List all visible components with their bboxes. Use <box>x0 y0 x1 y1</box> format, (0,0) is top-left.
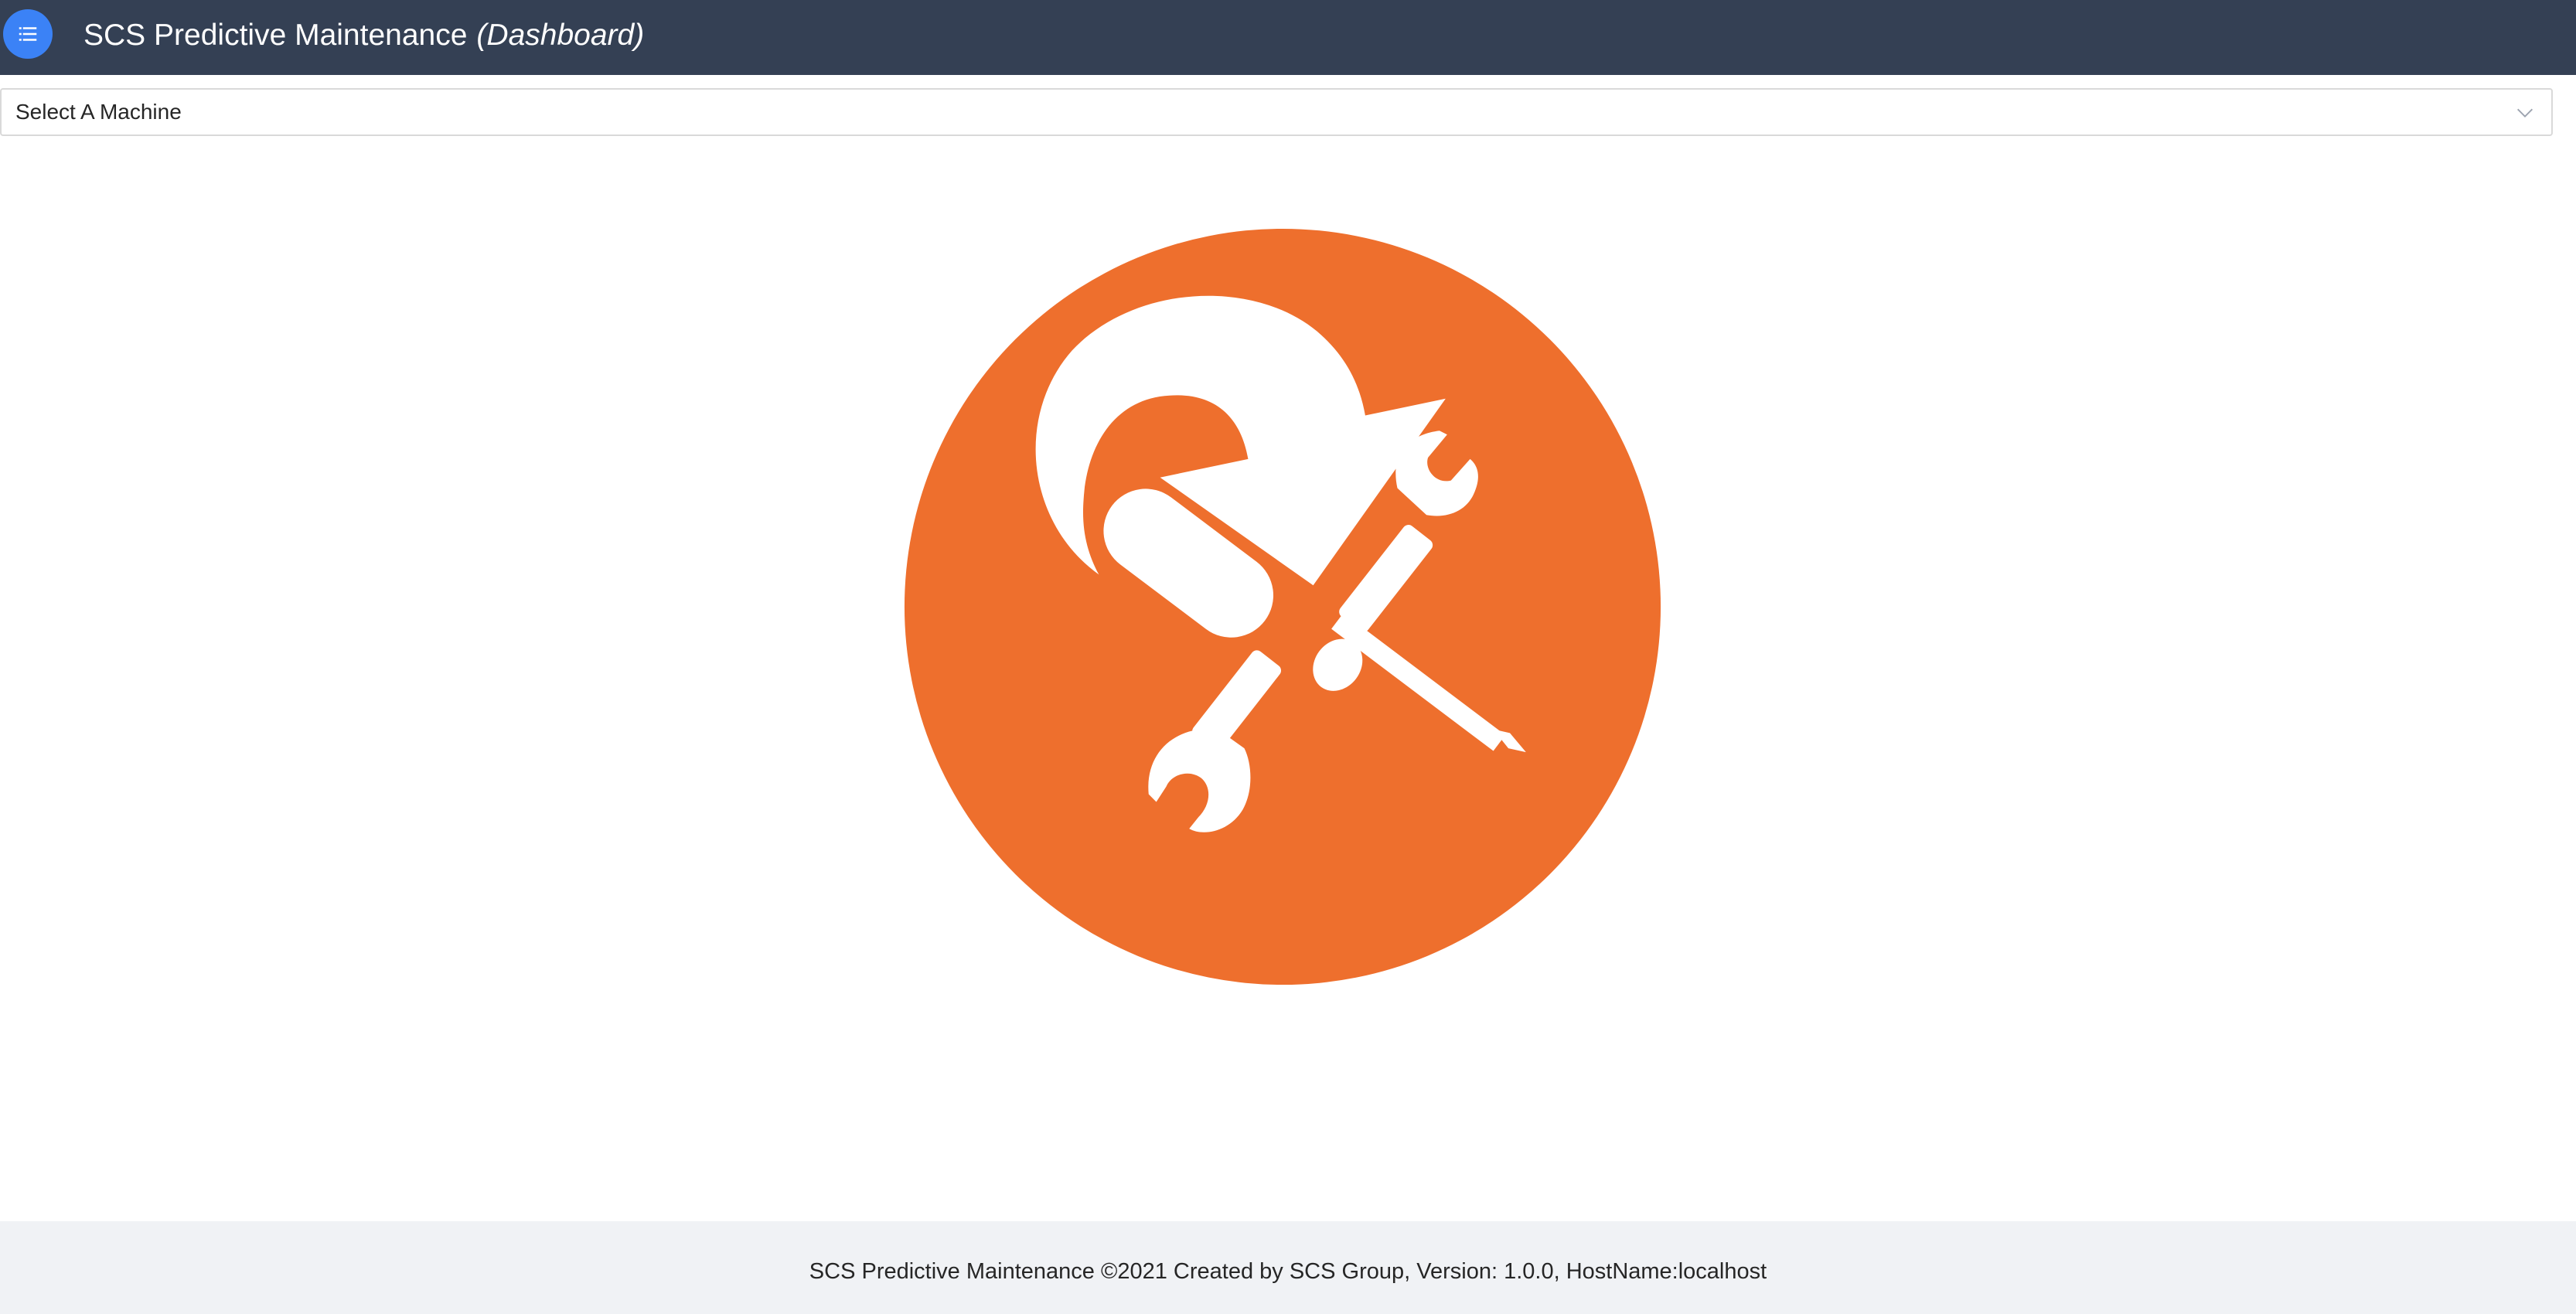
top-header: SCS Predictive Maintenance (Dashboard) <box>0 0 2576 75</box>
footer: SCS Predictive Maintenance ©2021 Created… <box>0 1221 2576 1314</box>
page-subtitle: (Dashboard) <box>476 19 645 52</box>
dashboard-page: SCS Predictive Maintenance (Dashboard) S… <box>0 0 2576 1314</box>
machine-select[interactable]: Select A Machine <box>0 88 2553 136</box>
footer-text: SCS Predictive Maintenance ©2021 Created… <box>809 1258 1767 1284</box>
app-title-text: SCS Predictive Maintenance <box>83 19 468 52</box>
app-title: SCS Predictive Maintenance (Dashboard) <box>83 0 644 71</box>
menu-toggle-button[interactable] <box>3 9 53 59</box>
chevron-down-icon <box>2517 108 2533 117</box>
maintenance-tools-icon <box>904 228 1661 986</box>
machine-select-value: Select A Machine <box>15 100 182 124</box>
list-icon <box>19 27 37 41</box>
